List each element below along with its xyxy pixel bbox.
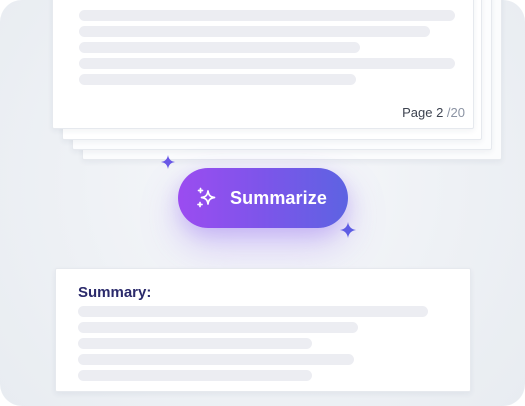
sparkle-icon — [161, 155, 175, 169]
summary-card: Summary: — [55, 268, 471, 392]
summary-title: Summary: — [78, 284, 152, 301]
summary-line-placeholder — [78, 354, 354, 365]
summary-line-placeholder — [78, 338, 312, 349]
summary-line-placeholder — [78, 306, 428, 317]
document-page: Page 2 /20 — [52, 0, 474, 129]
summary-line-placeholder — [78, 370, 312, 381]
page-number: Page 2 — [402, 105, 444, 120]
text-line-placeholder — [79, 26, 430, 37]
text-line-placeholder — [79, 42, 360, 53]
summarize-label: Summarize — [230, 187, 327, 208]
sparkle-icon — [340, 222, 356, 238]
sparkles-icon — [195, 186, 219, 210]
text-line-placeholder — [79, 58, 455, 69]
text-line-placeholder — [79, 10, 455, 21]
canvas: Page 2 /20 Summarize Summary: — [0, 0, 525, 406]
page-counter: Page 2 /20 — [402, 105, 465, 120]
summarize-button[interactable]: Summarize — [178, 168, 348, 228]
summary-line-placeholder — [78, 322, 358, 333]
text-line-placeholder — [79, 74, 356, 85]
page-total: /20 — [446, 105, 465, 120]
